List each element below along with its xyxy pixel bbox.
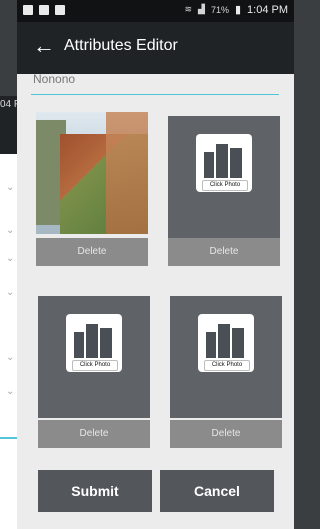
photo-tile[interactable] xyxy=(36,112,148,234)
photo-road xyxy=(106,112,148,234)
wifi-icon: ≋ xyxy=(184,4,193,14)
name-field-underline xyxy=(31,94,279,95)
status-right: ≋ ▟ 71% ▮ 1:04 PM xyxy=(184,3,288,17)
building-icon xyxy=(206,332,216,358)
click-photo-card[interactable]: Click Photo xyxy=(66,314,122,372)
building-icon xyxy=(86,324,98,358)
building-icon xyxy=(100,328,112,358)
click-photo-card[interactable]: Click Photo xyxy=(198,314,254,372)
click-photo-label: Click Photo xyxy=(72,360,118,371)
building-icon xyxy=(230,148,242,178)
click-photo-label: Click Photo xyxy=(204,360,250,371)
delete-button[interactable]: Delete xyxy=(38,420,150,448)
notification-icons xyxy=(23,5,65,15)
photo-tile[interactable]: Click Photo xyxy=(170,296,282,418)
click-photo-label: Click Photo xyxy=(202,180,248,191)
submit-button[interactable]: Submit xyxy=(38,470,152,512)
building-icon xyxy=(204,152,214,178)
attributes-dialog: Nonono Delete Click Photo Delete Click P… xyxy=(17,72,294,529)
chevron-down-icon: ⌄ xyxy=(6,253,15,264)
chevron-down-icon: ⌄ xyxy=(6,386,15,397)
chevron-down-icon: ⌄ xyxy=(6,352,15,363)
delete-button[interactable]: Delete xyxy=(168,238,280,266)
delete-button[interactable]: Delete xyxy=(36,238,148,266)
battery-percent: 71% xyxy=(210,4,229,15)
chevron-down-icon: ⌄ xyxy=(6,287,15,298)
photo-tile[interactable]: Click Photo xyxy=(38,296,150,418)
notification-icon xyxy=(23,5,33,15)
status-time: 1:04 PM xyxy=(247,3,288,16)
building-icon xyxy=(232,328,244,358)
name-field-value: Nonono xyxy=(33,72,76,86)
signal-icon: ▟ xyxy=(198,4,205,14)
page-title: Attributes Editor xyxy=(64,37,178,54)
captured-photo xyxy=(36,112,148,234)
photo-tile[interactable]: Click Photo xyxy=(168,116,280,238)
building-icon xyxy=(74,332,84,358)
status-bar: ≋ ▟ 71% ▮ 1:04 PM xyxy=(17,0,294,22)
name-field[interactable]: Nonono xyxy=(31,72,279,95)
building-icon xyxy=(216,144,228,178)
app-bar: ← Attributes Editor xyxy=(17,22,294,74)
notification-icon xyxy=(55,5,65,15)
back-arrow-icon[interactable]: ← xyxy=(33,34,55,58)
cancel-button[interactable]: Cancel xyxy=(160,470,274,512)
click-photo-card[interactable]: Click Photo xyxy=(196,134,252,192)
delete-button[interactable]: Delete xyxy=(170,420,282,448)
notification-icon xyxy=(39,5,49,15)
chevron-down-icon: ⌄ xyxy=(6,225,15,236)
battery-icon: ▮ xyxy=(234,4,242,16)
chevron-down-icon: ⌄ xyxy=(6,182,15,193)
building-icon xyxy=(218,324,230,358)
